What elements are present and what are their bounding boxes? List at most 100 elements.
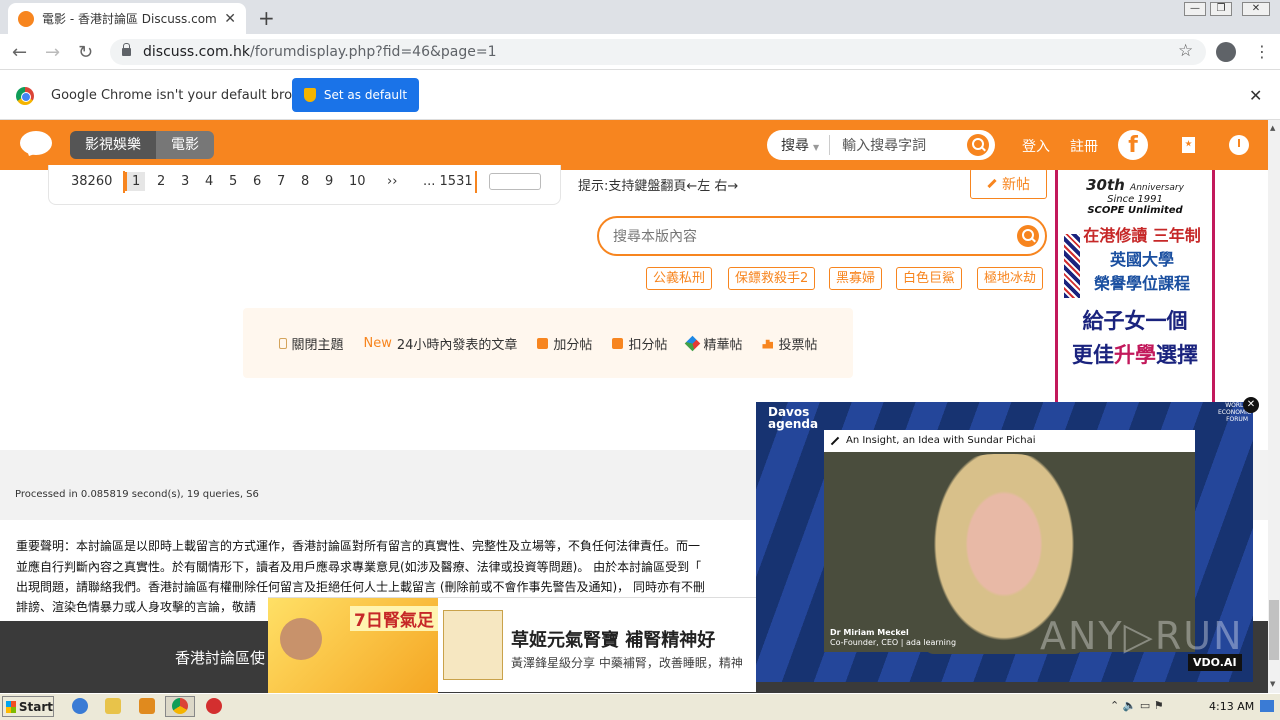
category-movies[interactable]: 電影 [156,131,214,159]
ad-since: Since 1991 [1107,194,1163,205]
footer-bar-text: 香港討論區使 [175,649,266,667]
header-search: 搜尋 ▼ 輸入搜尋字詞 [767,130,995,160]
category-breadcrumb: 影視娛樂 電影 [70,131,214,159]
tab-close-icon[interactable]: ✕ [224,11,236,27]
browser-menu-icon[interactable]: ⋮ [1254,42,1270,61]
bookmark-icon[interactable] [1182,137,1195,153]
last-page[interactable]: ... 1531 [423,174,473,189]
tag-link[interactable]: 白色巨鯊 [896,267,963,290]
page-7[interactable]: 7 [277,174,285,189]
show-desktop-icon[interactable] [1260,700,1274,712]
register-link[interactable]: 註冊 [1070,136,1098,156]
scroll-down-icon[interactable]: ▼ [1270,680,1275,688]
banner-subtitle: 黃澤鋒星級分享 中藥補腎，改善睡眠，精神 [511,656,743,670]
set-as-default-label: Set as default [323,88,408,102]
keyboard-hint: 提示:支持鍵盤翻頁←左 右→ [578,179,739,194]
vdo-ai-logo[interactable]: VDO.AI [1188,654,1242,671]
page-4[interactable]: 4 [205,174,213,189]
thread-filters: 關閉主題 New 24小時內發表的文章 加分帖 扣分帖 精華帖 投票帖 [243,308,853,378]
ad-line: 榮譽學位課程 [1093,274,1190,293]
thumbs-up-icon [537,337,549,349]
filter-24h[interactable]: New 24小時內發表的文章 [364,334,518,353]
ie-icon[interactable] [72,698,88,714]
bookmark-star-icon[interactable]: ☆ [1178,41,1193,61]
page-2[interactable]: 2 [157,174,165,189]
davos-agenda-logo: Davos agenda [768,405,819,431]
profile-avatar-icon[interactable] [1216,42,1236,62]
new-tab-button[interactable]: + [258,6,275,30]
media-player-icon[interactable] [139,698,155,714]
url-path: /forumdisplay.php?fid=46&page=1 [250,44,497,60]
tag-link[interactable]: 保鏢救殺手2 [728,267,816,290]
filter-plus[interactable]: 加分帖 [537,334,592,353]
search-icon[interactable] [1017,225,1039,247]
pencil-icon [987,178,997,189]
window-close-button[interactable]: ✕ [1242,2,1270,16]
ad-anniversary: 30th [1086,176,1125,194]
header-search-input[interactable]: 輸入搜尋字詞 [842,135,967,155]
browser-tab[interactable]: 電影 - 香港討論區 Discuss.com.hk - ✕ [8,3,246,34]
lock-icon [278,337,287,349]
page-scrollbar[interactable]: ▲ ▼ [1268,120,1280,693]
pager-divider [475,171,477,193]
category-entertainment[interactable]: 影視娛樂 [70,131,156,159]
page-5[interactable]: 5 [229,174,237,189]
video-close-icon[interactable]: ✕ [1243,397,1259,413]
minimize-button[interactable]: — [1184,2,1206,16]
reload-button[interactable]: ↻ [78,42,93,63]
page-9[interactable]: 9 [325,174,333,189]
tray-icons[interactable]: ⌃ 🔈 ▭ ⚑ [1110,699,1164,712]
forward-button[interactable]: → [45,42,60,63]
pagination: 38260 1 2 3 4 5 6 7 8 9 10 ›› ... 1531 [48,165,561,205]
new-post-label: 新帖 [1002,176,1030,193]
filter-digest[interactable]: 精華帖 [685,334,742,353]
side-advertisement[interactable]: 30th Anniversary Since 1991 SCOPE Unlimi… [1055,170,1215,402]
page-8[interactable]: 8 [301,174,309,189]
uk-flag-icon [1064,234,1080,298]
page-3[interactable]: 3 [181,174,189,189]
next-page[interactable]: ›› [387,174,397,189]
video-headline: An Insight, an Idea with Sundar Pichai [824,430,1195,452]
scroll-up-icon[interactable]: ▲ [1270,124,1275,132]
set-as-default-button[interactable]: Set as default [292,78,419,112]
search-type-select[interactable]: 搜尋 ▼ [781,135,831,155]
disclaimer-line: 出現問題，請聯絡我們。香港討論區有權刪除任何留言及拒絕任何人士上載留言 (刪除前… [16,580,705,594]
folder-icon[interactable] [105,698,121,714]
ad-line: 更佳升學選擇 [1072,343,1198,367]
start-button[interactable]: Start [2,696,54,717]
ad-line: 在港修讀 三年制 [1083,226,1201,245]
speaker-name: Dr Miriam Meckel [830,628,909,637]
product-box-image [443,610,503,680]
filter-minus[interactable]: 扣分帖 [612,334,667,353]
page-6[interactable]: 6 [253,174,261,189]
video-player[interactable]: Davos agenda WORLD ECONOMIC FORUM An Insi… [756,402,1253,682]
banner-advertisement[interactable]: 7日腎氣足 草姬元氣腎寶 補腎精神好 黃澤鋒星級分享 中藥補腎，改善睡眠，精神 [268,597,756,693]
discuss-logo-icon[interactable] [20,131,52,155]
new-post-button[interactable]: 新帖 [970,168,1047,199]
infobar-close-icon[interactable]: ✕ [1249,86,1262,105]
maximize-button[interactable]: ❐ [1210,2,1232,16]
poll-icon [762,339,774,349]
tag-link[interactable]: 黑寡婦 [829,267,883,290]
back-button[interactable]: ← [12,42,27,63]
history-clock-icon[interactable] [1229,135,1249,155]
page-jump-input[interactable] [489,173,541,190]
search-icon[interactable] [967,134,989,156]
infobar-message: Google Chrome isn't your default browser [51,88,323,103]
scroll-thumb[interactable] [1269,600,1279,660]
filter-poll[interactable]: 投票帖 [762,334,817,353]
login-link[interactable]: 登入 [1022,136,1050,156]
tag-link[interactable]: 極地冰劫 [977,267,1044,290]
lock-icon [122,43,131,56]
filter-closed[interactable]: 關閉主題 [278,334,344,353]
page-10[interactable]: 10 [349,174,366,189]
forum-search-input[interactable]: 搜尋本版內容 [613,226,1017,246]
page-1[interactable]: 1 [125,172,146,191]
alert-icon[interactable] [206,698,222,714]
facebook-icon[interactable]: f [1118,130,1148,160]
anyrun-watermark: ANY▷RUN [1040,614,1244,658]
url-host: discuss.com.hk [143,44,251,60]
address-bar[interactable]: discuss.com.hk/forumdisplay.php?fid=46&p… [110,39,1206,65]
thread-total: 38260 [71,174,113,189]
tag-link[interactable]: 公義私刑 [646,267,713,290]
